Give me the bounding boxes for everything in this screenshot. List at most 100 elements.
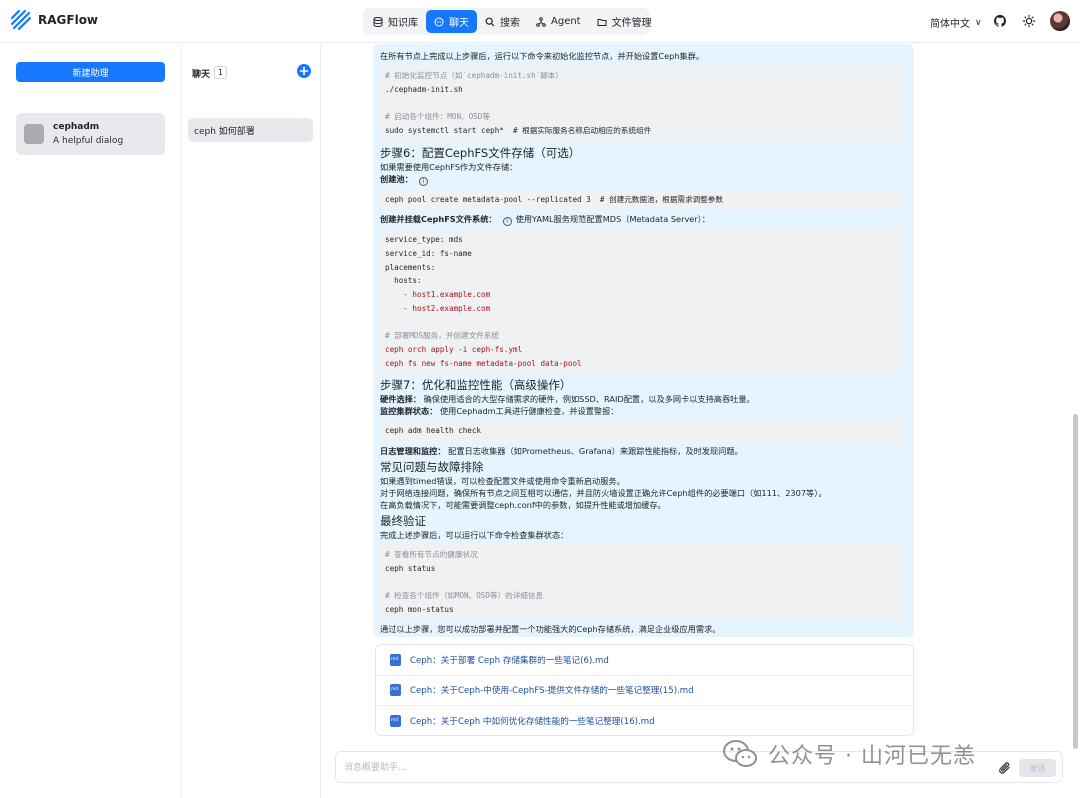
reference-item[interactable]: Ceph：关于Ceph-中使用-CephFS-提供文件存储的一些笔记整理(15)… bbox=[376, 676, 913, 706]
nav-label: 知识库 bbox=[388, 18, 418, 29]
conversation-count-badge: 1 bbox=[214, 66, 228, 79]
code-block: # 查看所有节点的健康状况 ceph status # 检查各个组件（如MON、… bbox=[380, 543, 902, 621]
message-text-inline: 使用YAML服务规范配置MDS（Metadata Server）： bbox=[515, 214, 710, 225]
code-line: ceph adm health check bbox=[385, 426, 482, 436]
nav-knowledge-base[interactable]: 知识库 bbox=[365, 10, 426, 33]
message-text-inline: 配置日志收集器（如Prometheus、Grafana）来跟踪性能指标，及时发现… bbox=[448, 445, 743, 456]
chat-scrollbar[interactable] bbox=[1073, 414, 1078, 749]
nav-search[interactable]: 搜索 bbox=[477, 10, 528, 33]
code-line: - host2.example.com bbox=[385, 303, 491, 313]
code-line: ceph mon-status bbox=[385, 604, 454, 614]
code-line: # 启动各个组件：MON、OSD等 bbox=[385, 112, 490, 122]
watermark: 公众号 · 山河已无恙 bbox=[722, 736, 976, 772]
info-icon: i bbox=[502, 217, 512, 227]
code-line: service_id: fs-name bbox=[385, 248, 472, 258]
conversation-title: 聊天 bbox=[192, 70, 211, 80]
folder-icon bbox=[597, 18, 607, 26]
markdown-file-icon bbox=[390, 715, 401, 728]
code-line: sudo systemctl start ceph* # 根据实际服务名称启动相… bbox=[385, 125, 652, 135]
reference-item[interactable]: Ceph：关于Ceph 中如何优化存储性能的一些笔记整理(16).md bbox=[376, 706, 913, 737]
assistant-avatar bbox=[24, 124, 44, 144]
code-line: ceph pool create metadata-pool --replica… bbox=[385, 194, 723, 204]
code-line: ceph fs new fs-name metadata-pool data-p… bbox=[385, 358, 582, 368]
code-line: # 检查各个组件（如MON、OSD等）的详细信息 bbox=[385, 591, 544, 601]
nav-file-management[interactable]: 文件管理 bbox=[589, 10, 660, 33]
sun-icon[interactable] bbox=[1022, 14, 1036, 28]
code-line: ceph status bbox=[385, 563, 436, 573]
new-assistant-button[interactable]: 新建助理 bbox=[16, 62, 165, 82]
reference-title: Ceph：关于部署 Ceph 存储集群的一些笔记(6).md bbox=[410, 655, 609, 666]
reference-documents: Ceph：关于部署 Ceph 存储集群的一些笔记(6).md Ceph：关于Ce… bbox=[375, 644, 914, 736]
message-text-inline: 使用Cephadm工具进行健康检查，并设置警报： bbox=[439, 406, 619, 417]
code-line: hosts: bbox=[385, 276, 422, 286]
reference-title: Ceph：关于Ceph-中使用-CephFS-提供文件存储的一些笔记整理(15)… bbox=[410, 686, 694, 697]
assistant-description: A helpful dialog bbox=[53, 136, 124, 146]
message-heading: 最终验证 bbox=[380, 513, 426, 528]
nav-label: Agent bbox=[551, 16, 581, 27]
code-block: ceph adm health check bbox=[380, 420, 902, 442]
bold-label: 日志管理和监控： bbox=[380, 445, 446, 456]
search-icon bbox=[485, 17, 495, 26]
code-line: # 部署MDS服务，并创建文件系统 bbox=[385, 331, 499, 341]
conversation-panel: 聊天 1 ceph 如何部署 bbox=[182, 44, 321, 798]
main-nav: 知识库 聊天 搜索 Agent 文件管理 bbox=[363, 8, 652, 35]
message-text: 创建池： i bbox=[380, 173, 908, 186]
bold-label: 创建池： bbox=[380, 173, 413, 184]
agent-icon bbox=[536, 16, 546, 27]
github-icon[interactable] bbox=[993, 14, 1007, 28]
code-line: service_type: mds bbox=[385, 235, 463, 245]
markdown-file-icon bbox=[390, 653, 401, 666]
code-line: ceph orch apply -i ceph-fs.yml bbox=[385, 344, 523, 354]
code-line: # 初始化监控节点（如`cephadm-init.sh`脚本） bbox=[385, 71, 563, 80]
code-line: ./cephadm-init.sh bbox=[385, 84, 463, 94]
message-heading: 常见问题与故障排除 bbox=[380, 459, 484, 474]
nav-chat[interactable]: 聊天 bbox=[426, 10, 477, 33]
code-block: ceph pool create metadata-pool --replica… bbox=[380, 188, 902, 211]
message-text-inline: 确保使用适合的大型存储需求的硬件，例如SSD、RAID配置，以及多网卡以支持高吞… bbox=[423, 394, 755, 405]
ragflow-logo-icon[interactable] bbox=[10, 9, 32, 31]
assistant-card[interactable]: cephadm A helpful dialog bbox=[16, 113, 165, 155]
message-text: 在所有节点上完成以上步骤后，运行以下命令来初始化监控节点，并开始设置Ceph集群… bbox=[380, 51, 705, 61]
code-line: - host1.example.com bbox=[385, 290, 491, 300]
code-line: # 查看所有节点的健康状况 bbox=[385, 549, 478, 559]
add-conversation-icon[interactable] bbox=[297, 64, 311, 78]
chat-main: 在所有节点上完成以上步骤后，运行以下命令来初始化监控节点，并开始设置Ceph集群… bbox=[322, 44, 1080, 798]
nav-label: 搜索 bbox=[500, 18, 520, 29]
message-text: 监控集群状态： 使用Cephadm工具进行健康检查，并设置警报： bbox=[380, 405, 908, 417]
reference-title: Ceph：关于Ceph 中如何优化存储性能的一些笔记整理(16).md bbox=[410, 717, 655, 728]
app-name: RAGFlow bbox=[38, 13, 99, 27]
message-text: 对于网络连接问题，确保所有节点之间互相可以通信，并且防火墙设置正确允许Ceph组… bbox=[380, 487, 827, 498]
nav-label: 文件管理 bbox=[611, 18, 652, 29]
chevron-down-icon: ∨ bbox=[975, 17, 982, 28]
bold-label: 硬件选择： bbox=[380, 394, 421, 405]
message-text: 如果需要使用CephFS作为文件存储： bbox=[380, 161, 518, 172]
message-text: 如果遇到timed错误，可以检查配置文件或使用命令重新启动服务。 bbox=[380, 475, 625, 486]
assistant-message: 在所有节点上完成以上步骤后，运行以下命令来初始化监控节点，并开始设置Ceph集群… bbox=[373, 44, 914, 637]
markdown-file-icon bbox=[390, 684, 401, 697]
message-text: 日志管理和监控： 配置日志收集器（如Prometheus、Grafana）来跟踪… bbox=[380, 445, 908, 457]
message-heading: 步骤7：优化和监控性能（高级操作） bbox=[380, 378, 572, 393]
code-block: # 初始化监控节点（如`cephadm-init.sh`脚本） ./cephad… bbox=[380, 65, 902, 142]
language-label: 简体中文 bbox=[930, 19, 970, 30]
reference-item[interactable]: Ceph：关于部署 Ceph 存储集群的一些笔记(6).md bbox=[376, 645, 913, 676]
conversation-item[interactable]: ceph 如何部署 bbox=[188, 118, 313, 142]
message-text: 在高负载情况下，可能需要调整ceph.conf中的参数，如提升性能或增加缓存。 bbox=[380, 499, 666, 510]
nav-agent[interactable]: Agent bbox=[528, 10, 589, 33]
language-selector[interactable]: 简体中文 ∨ bbox=[930, 15, 982, 31]
code-line: placements: bbox=[385, 262, 436, 272]
bold-label: 创建并挂载CephFS文件系统： bbox=[380, 214, 497, 225]
info-icon: i bbox=[418, 176, 428, 186]
chat-icon bbox=[434, 17, 444, 26]
bold-label: 监控集群状态： bbox=[380, 406, 438, 417]
top-header: RAGFlow 知识库 聊天 搜索 Agent 文件管理 简体中文 ∨ bbox=[0, 0, 1080, 43]
nav-label: 聊天 bbox=[449, 18, 469, 29]
wechat-icon bbox=[723, 740, 757, 767]
paperclip-icon[interactable] bbox=[998, 760, 1012, 776]
database-icon bbox=[373, 16, 383, 27]
message-text: 创建并挂载CephFS文件系统： i 使用YAML服务规范配置MDS（Metadat… bbox=[380, 213, 908, 227]
assistant-sidebar: 新建助理 cephadm A helpful dialog bbox=[0, 44, 182, 798]
message-text: 通过以上步骤，您可以成功部署并配置一个功能强大的Ceph存储系统，满足企业级应用… bbox=[380, 624, 721, 635]
user-avatar[interactable] bbox=[1050, 11, 1070, 31]
message-text: 完成上述步骤后，可以运行以下命令检查集群状态： bbox=[380, 529, 569, 540]
send-button[interactable]: 发送 bbox=[1019, 759, 1056, 777]
